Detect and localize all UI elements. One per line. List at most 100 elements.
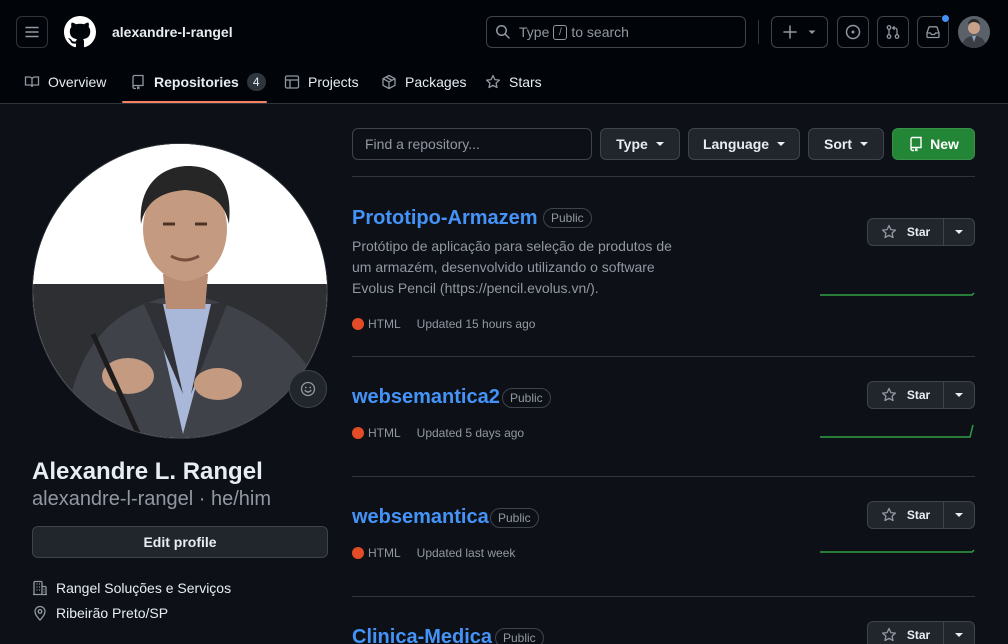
language-color-dot <box>352 547 364 559</box>
user-avatar[interactable] <box>958 16 990 48</box>
repo-icon <box>132 74 144 90</box>
repo-updated: Updated 15 hours ago <box>416 317 536 331</box>
caret-down-icon <box>777 142 786 146</box>
header-username[interactable]: alexandre-l-rangel <box>112 24 233 40</box>
pull-requests-button[interactable] <box>877 16 909 48</box>
caret-down-icon <box>655 142 664 146</box>
package-icon <box>382 74 396 90</box>
profile-portrait-image <box>33 144 327 438</box>
tab-stars-label: Stars <box>509 74 542 90</box>
language-color-dot <box>352 427 364 439</box>
repo-name-link[interactable]: Clinica-Medica <box>352 626 492 644</box>
global-header: alexandre-l-rangel Type / to search Over… <box>0 0 1008 104</box>
star-label: Star <box>906 225 931 239</box>
new-repository-button[interactable]: New <box>892 128 975 160</box>
star-label: Star <box>906 628 931 642</box>
language-filter-label: Language <box>702 136 770 152</box>
visibility-badge: Public <box>490 508 539 528</box>
language-color-dot <box>352 318 364 330</box>
star-button[interactable]: Star <box>868 622 944 644</box>
table-icon <box>284 75 300 89</box>
list-divider <box>352 356 975 357</box>
profile-location: Ribeirão Preto/SP <box>32 605 168 621</box>
star-icon <box>881 387 896 402</box>
issues-button[interactable] <box>837 16 869 48</box>
caret-down-icon <box>955 633 963 637</box>
triangle-down-icon <box>808 30 815 34</box>
organization-icon <box>33 580 47 596</box>
tab-projects-label: Projects <box>308 74 359 90</box>
list-divider <box>352 176 975 177</box>
inbox-icon <box>926 26 940 39</box>
plus-icon <box>782 25 797 39</box>
avatar-portrait-icon <box>958 16 990 48</box>
star-button-group: Star <box>867 501 975 529</box>
repo-language: HTML <box>368 317 401 331</box>
profile-full-name: Alexandre L. Rangel <box>32 458 263 485</box>
github-logo-icon[interactable] <box>64 16 96 48</box>
location-icon <box>34 605 46 621</box>
caret-down-icon <box>955 513 963 517</box>
search-prefix: Type <box>519 24 550 40</box>
star-list-dropdown[interactable] <box>944 219 974 245</box>
profile-photo[interactable] <box>32 143 328 439</box>
caret-down-icon <box>955 393 963 397</box>
sort-filter-button[interactable]: Sort <box>808 128 884 160</box>
star-list-dropdown[interactable] <box>944 502 974 528</box>
list-divider <box>352 476 975 477</box>
set-status-button[interactable] <box>289 370 327 408</box>
sort-filter-label: Sort <box>824 136 852 152</box>
star-button[interactable]: Star <box>868 382 944 408</box>
search-input[interactable]: Type / to search <box>486 16 746 48</box>
tab-packages-label: Packages <box>405 74 467 90</box>
repo-updated: Updated last week <box>416 546 516 560</box>
hamburger-icon <box>25 26 39 38</box>
type-filter-label: Type <box>616 136 648 152</box>
new-repository-label: New <box>930 136 959 152</box>
list-divider <box>352 596 975 597</box>
repo-updated: Updated 5 days ago <box>416 426 525 440</box>
star-icon <box>881 507 896 522</box>
caret-down-icon <box>955 230 963 234</box>
tab-projects[interactable]: Projects <box>284 60 359 104</box>
create-new-button[interactable] <box>771 16 828 48</box>
header-divider <box>758 20 759 44</box>
profile-handle: alexandre-l-rangel · he/him <box>32 488 272 510</box>
profile-tabs: Overview Repositories 4 Projects Package… <box>0 60 1008 104</box>
repositories-count-badge: 4 <box>246 73 266 91</box>
smiley-icon <box>300 381 316 397</box>
star-icon <box>881 224 896 239</box>
star-icon <box>485 74 501 89</box>
notification-indicator <box>941 14 950 23</box>
activity-sparkline <box>820 292 975 296</box>
activity-sparkline <box>820 424 974 438</box>
repo-name-link[interactable]: Prototipo-Armazem <box>352 207 538 230</box>
star-label: Star <box>906 388 931 402</box>
tab-stars[interactable]: Stars <box>485 60 542 104</box>
star-list-dropdown[interactable] <box>944 382 974 408</box>
find-repository-input[interactable]: Find a repository... <box>352 128 592 160</box>
visibility-badge: Public <box>543 208 592 228</box>
git-pull-request-icon <box>886 25 900 39</box>
repo-meta: HTML Updated 15 hours ago <box>352 317 535 331</box>
tab-repositories[interactable]: Repositories 4 <box>130 60 266 104</box>
star-list-dropdown[interactable] <box>944 622 974 644</box>
edit-profile-button[interactable]: Edit profile <box>32 526 328 558</box>
language-filter-button[interactable]: Language <box>688 128 800 160</box>
tab-packages[interactable]: Packages <box>381 60 466 104</box>
repo-name-link[interactable]: websemantica <box>352 506 489 529</box>
caret-down-icon <box>860 142 868 146</box>
tab-overview-label: Overview <box>48 74 107 90</box>
menu-button[interactable] <box>16 16 48 48</box>
repo-name-link[interactable]: websemantica2 <box>352 386 500 409</box>
star-button-group: Star <box>867 621 975 644</box>
star-button[interactable]: Star <box>868 502 944 528</box>
type-filter-button[interactable]: Type <box>600 128 680 160</box>
star-button[interactable]: Star <box>868 219 944 245</box>
search-icon <box>496 25 510 39</box>
tab-overview[interactable]: Overview <box>24 60 106 104</box>
tab-repositories-label: Repositories <box>154 74 239 90</box>
repo-meta: HTML Updated 5 days ago <box>352 426 524 440</box>
repo-description: Protótipo de aplicação para seleção de p… <box>352 238 672 296</box>
company-text: Rangel Soluções e Serviços <box>56 580 232 596</box>
